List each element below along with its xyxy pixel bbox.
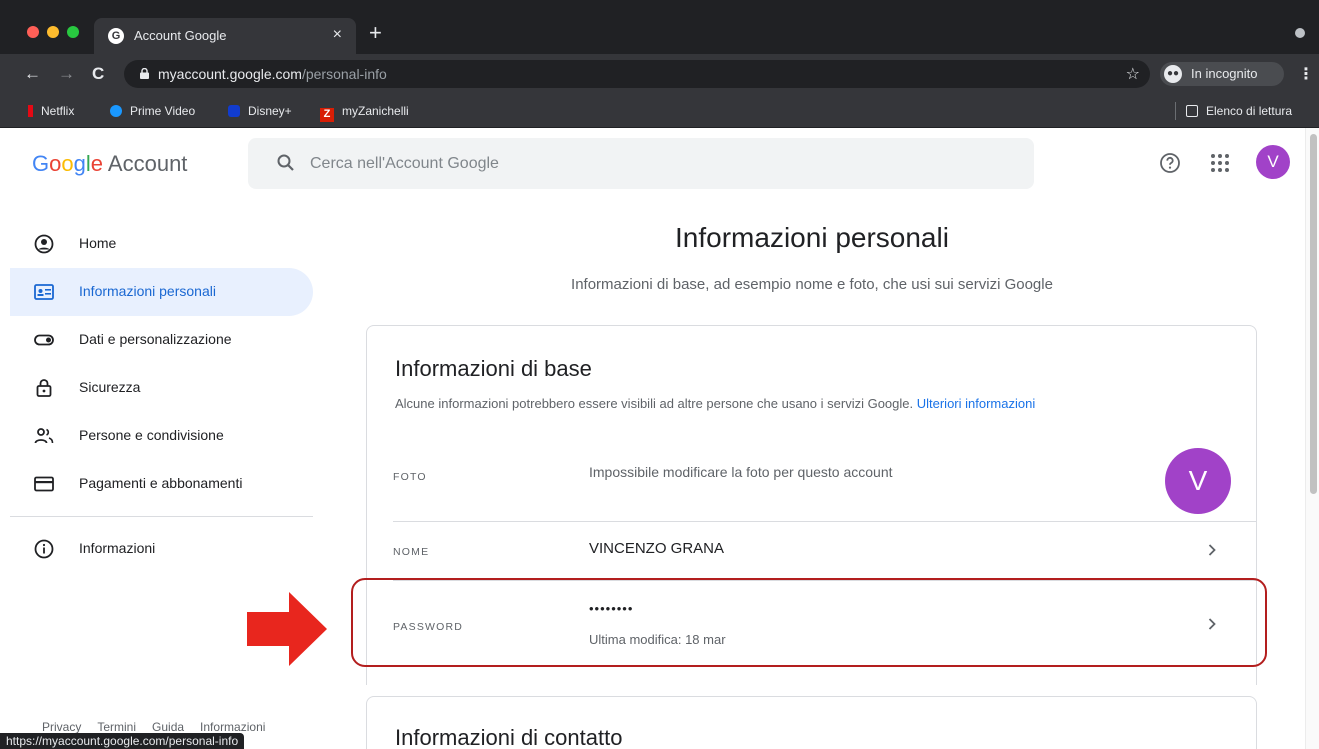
bookmark-myzanichelli[interactable]: ZmyZanichelli	[320, 102, 409, 122]
back-arrow-icon[interactable]: ←	[24, 64, 41, 84]
sidebar-item-data-personalization[interactable]: Dati e personalizzazione	[10, 316, 313, 364]
sidebar-nav: Home Informazioni personali Dati e perso…	[0, 198, 330, 749]
sidebar-divider	[10, 516, 313, 517]
lock-icon	[36, 379, 52, 397]
name-value: VINCENZO GRANA	[589, 540, 725, 557]
sidebar-item-label: Informazioni	[79, 540, 156, 556]
id-card-icon	[34, 284, 54, 300]
incognito-badge[interactable]: ●● In incognito	[1160, 62, 1284, 86]
sidebar-item-label: Pagamenti e abbonamenti	[79, 475, 243, 491]
scrollbar-thumb[interactable]	[1310, 134, 1317, 494]
footer-link-privacy[interactable]: Privacy	[42, 720, 81, 734]
address-bar[interactable]: myaccount.google.com/personal-info ☆	[124, 60, 1150, 88]
window-minimize-button[interactable]	[47, 26, 59, 38]
url-text: myaccount.google.com/personal-info	[158, 66, 387, 82]
incognito-label: In incognito	[1191, 66, 1258, 81]
reading-list-button[interactable]: Elenco di lettura	[1186, 102, 1292, 120]
forward-arrow-icon[interactable]: →	[58, 64, 75, 84]
sidebar-item-label: Persone e condivisione	[79, 427, 224, 443]
new-tab-button[interactable]: +	[369, 22, 382, 44]
user-avatar[interactable]: V	[1256, 145, 1290, 179]
sidebar-item-security[interactable]: Sicurezza	[10, 364, 313, 412]
footer-link-terms[interactable]: Termini	[97, 720, 136, 734]
help-icon[interactable]	[1159, 152, 1181, 174]
basic-info-title: Informazioni di base	[395, 356, 592, 381]
zanichelli-icon: Z	[320, 108, 334, 122]
photo-value: Impossibile modificare la foto per quest…	[589, 464, 893, 480]
netflix-icon	[28, 105, 33, 117]
bookmarks-bar: Netflix Prime Video Disney+ ZmyZanichell…	[0, 94, 1319, 128]
photo-label: FOTO	[393, 471, 427, 483]
page-subtitle: Informazioni di base, ad esempio nome e …	[571, 276, 1053, 293]
sidebar-item-label: Home	[79, 235, 117, 251]
reload-icon[interactable]: C	[92, 64, 104, 84]
padlock-icon	[140, 68, 149, 79]
toggle-icon	[34, 334, 54, 346]
browser-tab-active[interactable]: G Account Google ×	[94, 18, 356, 54]
password-highlight-box	[351, 578, 1267, 667]
tab-title: Account Google	[134, 28, 227, 43]
name-row[interactable]: NOME VINCENZO GRANA	[393, 522, 1257, 580]
people-icon	[34, 428, 54, 444]
bookmark-netflix[interactable]: Netflix	[28, 102, 74, 120]
google-favicon-icon: G	[108, 28, 124, 44]
sidebar-item-people-sharing[interactable]: Persone e condivisione	[10, 412, 313, 460]
sidebar-item-payments[interactable]: Pagamenti e abbonamenti	[10, 460, 313, 508]
footer-links: Privacy Termini Guida Informazioni	[42, 720, 281, 734]
google-account-logo[interactable]: Google Account	[32, 150, 187, 178]
prime-video-icon	[110, 105, 122, 117]
sidebar-item-personal-info[interactable]: Informazioni personali	[10, 268, 313, 316]
search-input[interactable]	[310, 138, 1010, 189]
tab-close-icon[interactable]: ×	[333, 26, 342, 44]
status-bar-url: https://myaccount.google.com/personal-in…	[0, 733, 245, 749]
search-icon	[277, 154, 294, 171]
chevron-right-icon	[1208, 544, 1216, 556]
bookmark-star-icon[interactable]: ☆	[1126, 64, 1140, 84]
name-label: NOME	[393, 546, 430, 558]
more-options-icon[interactable]: ⋮	[1298, 64, 1314, 84]
reading-list-icon	[1186, 105, 1198, 117]
disney-icon	[228, 105, 240, 117]
chrome-menu-icon[interactable]	[1295, 28, 1305, 38]
sidebar-item-label: Informazioni personali	[79, 283, 216, 299]
sidebar-item-home[interactable]: Home	[10, 220, 313, 268]
window-close-button[interactable]	[27, 26, 39, 38]
profile-photo-avatar[interactable]: V	[1165, 448, 1231, 514]
sidebar-item-label: Dati e personalizzazione	[79, 331, 232, 347]
contact-info-card: Informazioni di contatto	[366, 696, 1257, 749]
search-box[interactable]	[248, 138, 1034, 189]
bookmark-prime-video[interactable]: Prime Video	[110, 102, 195, 120]
credit-card-icon	[34, 476, 54, 492]
footer-link-help[interactable]: Guida	[152, 720, 184, 734]
red-arrow-icon	[247, 592, 327, 666]
contact-info-title: Informazioni di contatto	[395, 725, 623, 749]
basic-info-description: Alcune informazioni potrebbero essere vi…	[395, 396, 1036, 411]
footer-link-about[interactable]: Informazioni	[200, 720, 265, 734]
info-icon	[34, 539, 54, 559]
window-zoom-button[interactable]	[67, 26, 79, 38]
bookmark-disney[interactable]: Disney+	[228, 102, 292, 120]
apps-grid-icon[interactable]	[1210, 153, 1230, 173]
sidebar-item-about[interactable]: Informazioni	[10, 525, 313, 573]
page-title: Informazioni personali	[675, 222, 949, 253]
photo-row[interactable]: FOTO Impossibile modificare la foto per …	[393, 438, 1257, 520]
account-header: Google Account V	[0, 128, 1300, 198]
sidebar-item-label: Sicurezza	[79, 379, 141, 395]
browser-toolbar: ← → C myaccount.google.com/personal-info…	[0, 54, 1319, 94]
learn-more-link[interactable]: Ulteriori informazioni	[917, 396, 1035, 411]
account-circle-icon	[34, 234, 54, 254]
incognito-icon: ●●	[1164, 65, 1182, 83]
browser-tab-bar: G Account Google × +	[0, 0, 1319, 54]
page-scrollbar[interactable]	[1305, 128, 1319, 749]
bookmarks-separator	[1175, 102, 1176, 120]
